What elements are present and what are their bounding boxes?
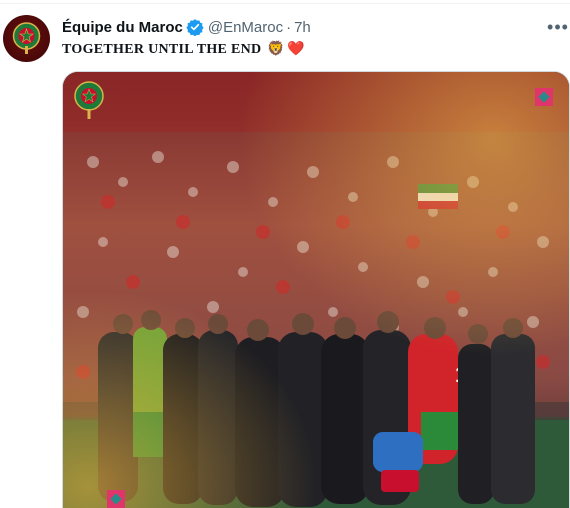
handle[interactable]: @EnMaroc bbox=[208, 19, 283, 36]
timestamp[interactable]: 7h bbox=[294, 19, 311, 36]
verified-badge-icon bbox=[186, 18, 204, 37]
heart-emoji: ❤️ bbox=[287, 42, 305, 57]
tweet[interactable]: Équipe du Maroc @EnMaroc · 7h ••• TOGETH… bbox=[0, 0, 570, 508]
avatar[interactable] bbox=[3, 15, 50, 62]
tweet-image[interactable]: 16 bbox=[62, 71, 570, 508]
more-options-icon[interactable]: ••• bbox=[545, 17, 570, 37]
tweet-header: Équipe du Maroc @EnMaroc · 7h bbox=[62, 17, 311, 37]
diamond-logo-icon bbox=[107, 490, 125, 508]
tweet-text: TOGETHER UNTIL THE END 🦁 ❤️ bbox=[62, 41, 305, 58]
tweet-text-body: TOGETHER UNTIL THE END bbox=[62, 41, 262, 57]
lion-emoji: 🦁 bbox=[267, 42, 286, 57]
divider bbox=[0, 3, 570, 4]
emoji-group: 🦁 ❤️ bbox=[267, 41, 304, 58]
morocco-crest-icon bbox=[12, 22, 41, 54]
team-huddle-photo: 16 bbox=[63, 72, 569, 508]
separator-dot: · bbox=[286, 18, 292, 36]
display-name[interactable]: Équipe du Maroc bbox=[62, 19, 183, 36]
diamond-logo-icon bbox=[535, 88, 553, 106]
